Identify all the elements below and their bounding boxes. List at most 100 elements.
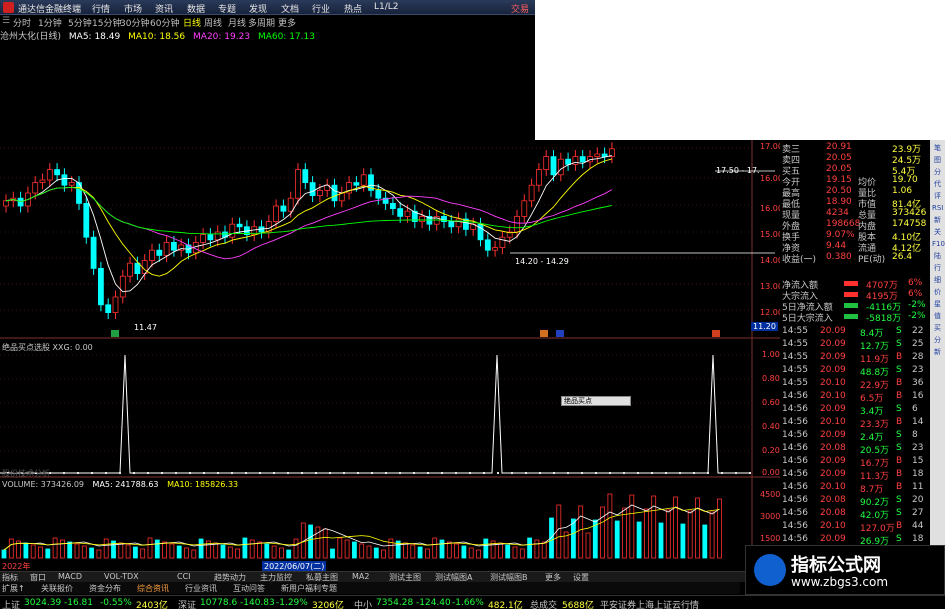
index-change: -124.40 xyxy=(416,598,451,608)
quote-value: 174758 xyxy=(892,219,927,229)
toolbar-button[interactable]: 图 xyxy=(932,156,943,165)
tick-count: 23 xyxy=(912,365,924,375)
signal-dot xyxy=(426,471,430,475)
volume-ma10: MA10: 185826.33 xyxy=(167,480,239,489)
quote-row: 卖四 20.05 24.5万 xyxy=(780,153,930,166)
volume-bar xyxy=(257,541,262,559)
toolbar-button[interactable]: 买 xyxy=(932,324,943,333)
tick-row: 14:56 20.08 42.0万 S 27 xyxy=(780,508,930,521)
quote-value: 1.06 xyxy=(892,186,913,196)
quote-value: 19.70 xyxy=(892,175,918,185)
flow-pct: -2% xyxy=(908,311,926,321)
candle-body xyxy=(309,182,316,197)
signal-axis-label: 0.00 xyxy=(762,468,780,477)
candle-body xyxy=(601,153,608,157)
indicator-tab[interactable]: MA2 xyxy=(352,572,369,581)
tick-time: 14:55 xyxy=(782,352,808,362)
signal-axis-label: 1.00 xyxy=(762,350,780,359)
toolbar-button[interactable]: 笔 xyxy=(932,144,943,153)
candle-body xyxy=(331,184,338,202)
volume-bar xyxy=(132,546,138,559)
candle-body xyxy=(54,169,60,176)
flow-pct: -2% xyxy=(908,300,926,310)
tick-volume: 20.5万 xyxy=(860,446,890,456)
candle-body xyxy=(156,249,163,256)
tick-side: S xyxy=(896,443,902,453)
toolbar-button[interactable]: 细 xyxy=(932,276,943,285)
signal-dot xyxy=(552,471,556,475)
tick-price: 20.09 xyxy=(820,365,846,375)
signal-marker-icon xyxy=(712,330,720,337)
tick-side: S xyxy=(896,508,902,518)
candle-body xyxy=(149,249,155,261)
indicator-tab[interactable]: CCI xyxy=(177,572,191,581)
volume-bar xyxy=(629,494,635,559)
info-tab[interactable]: 资金分布 xyxy=(89,583,121,594)
quote-value: 9.07% xyxy=(826,230,855,240)
candle-body xyxy=(455,218,462,228)
volume-bar xyxy=(140,548,146,559)
toolbar-button[interactable]: 值 xyxy=(932,312,943,321)
info-tab[interactable]: 行业资讯 xyxy=(185,583,217,594)
toolbar-button[interactable]: 行 xyxy=(932,264,943,273)
toolbar-button[interactable]: 代 xyxy=(932,180,943,189)
candle-body xyxy=(32,182,39,194)
toolbar-button[interactable]: 新 xyxy=(932,216,943,225)
index-value: 7354.28 xyxy=(376,598,414,608)
tick-side: B xyxy=(896,417,903,427)
toolbar-button[interactable]: F10 xyxy=(932,240,945,249)
volume-bar xyxy=(461,545,467,559)
indicator-tab[interactable]: VOL-TDX xyxy=(104,572,139,581)
toolbar-button[interactable]: 价 xyxy=(932,288,943,297)
tick-count: 28 xyxy=(912,352,924,362)
toolbar-button[interactable]: 分 xyxy=(932,336,943,345)
toolbar-button[interactable]: 评 xyxy=(932,192,943,201)
signal-dot xyxy=(244,471,248,475)
volume-bar xyxy=(410,544,416,559)
toolbar-button[interactable]: 分 xyxy=(932,168,943,177)
index-pct: -1.66% xyxy=(452,598,484,608)
tick-price: 20.10 xyxy=(820,417,846,427)
signal-dot xyxy=(482,471,486,475)
volume-bar xyxy=(373,547,379,559)
candle-body xyxy=(579,156,586,163)
info-tab[interactable]: 扩展↑ xyxy=(2,583,25,594)
toolbar-button[interactable]: 关 xyxy=(932,228,943,237)
volume-bar xyxy=(497,542,503,559)
tick-price: 20.10 xyxy=(820,482,846,492)
signal-dot xyxy=(90,471,94,475)
toolbar-button[interactable]: 星 xyxy=(932,300,943,309)
tick-side: S xyxy=(896,326,902,336)
indicator-tab[interactable]: MACD xyxy=(58,572,82,581)
index-name: 上证 xyxy=(2,601,21,609)
signal-dot xyxy=(188,471,192,475)
info-tab[interactable]: 互动问答 xyxy=(233,583,265,594)
candle-body xyxy=(280,205,287,212)
tick-price: 20.08 xyxy=(820,508,846,518)
candle-body xyxy=(528,184,535,202)
quote-value: 373426 xyxy=(892,208,927,218)
volume-bar xyxy=(578,505,584,559)
info-tab[interactable]: 关联报价 xyxy=(41,583,73,594)
toolbar-button[interactable]: 新 xyxy=(932,348,943,357)
tick-volume: 23.3万 xyxy=(860,420,890,430)
signal-dot xyxy=(328,471,332,475)
volume-bar xyxy=(337,537,343,559)
tick-side: B xyxy=(896,352,903,362)
ma-lines xyxy=(5,155,613,293)
volume-bar xyxy=(8,538,14,559)
tick-count: 11 xyxy=(912,482,924,492)
signal-panel-title: 绝品买点选股 XXG: 0.00 xyxy=(2,343,93,352)
flow-value: -5818万 xyxy=(866,314,902,324)
toolbar-button[interactable]: 陆 xyxy=(932,252,943,261)
quote-row: 今开 19.15 均价 19.70 xyxy=(780,175,930,188)
candle-body xyxy=(163,241,170,256)
toolbar-button[interactable]: RSI xyxy=(932,204,943,213)
info-tab[interactable]: 综合资讯 xyxy=(137,583,169,594)
flow-bar xyxy=(844,292,858,297)
candle-body xyxy=(594,153,601,157)
volume-bar xyxy=(242,537,248,559)
signal-dot xyxy=(594,471,598,475)
info-tab[interactable]: 新用户福利专题 xyxy=(281,583,337,594)
signal-dot xyxy=(748,471,752,475)
